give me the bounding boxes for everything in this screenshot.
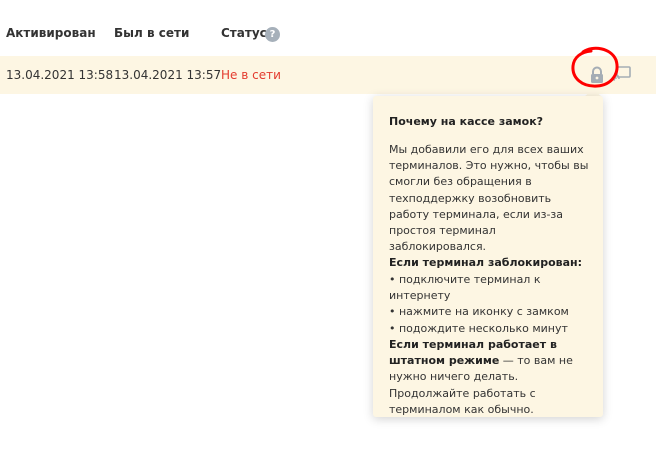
lock-icon — [591, 66, 603, 83]
column-header-status: Статус — [221, 26, 267, 40]
column-header-activated: Активирован — [6, 26, 96, 40]
list-item: • нажмите на иконку с замком — [389, 305, 569, 319]
remote-access-button[interactable] — [612, 65, 632, 83]
table-header: Активирован Был в сети Статус ? — [0, 0, 656, 56]
list-item: • подключите терминал к интернету — [389, 273, 541, 303]
tooltip-steps: • подключите терминал к интернету • нажм… — [389, 272, 603, 337]
list-item: • подождите несколько минут — [389, 321, 568, 335]
question-circle-icon[interactable]: ? — [265, 27, 280, 42]
tooltip-locked-heading: Если терминал заблокирован: — [389, 256, 583, 269]
lock-info-tooltip: Почему на кассе замок? Мы добавили его д… — [373, 96, 603, 417]
tooltip-intro: Мы добавили его для всех ваших терминало… — [389, 143, 589, 254]
remote-screen-icon — [613, 66, 631, 81]
unlock-terminal-button[interactable] — [586, 64, 608, 86]
table-row: 13.04.2021 13:58 13.04.2021 13:57 Не в с… — [0, 56, 656, 94]
cell-activated: 13.04.2021 13:58 — [6, 68, 114, 82]
column-header-last-seen: Был в сети — [114, 26, 190, 40]
tooltip-normal-mode: Если терминал работает в штатном режиме … — [389, 337, 594, 418]
tooltip-title: Почему на кассе замок? — [389, 115, 544, 128]
cell-last-seen: 13.04.2021 13:57 — [114, 68, 222, 82]
status-badge: Не в сети — [221, 68, 281, 82]
